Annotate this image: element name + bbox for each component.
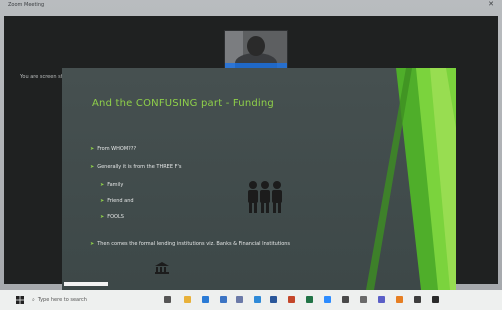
participant-head xyxy=(247,36,265,56)
close-icon[interactable]: ✕ xyxy=(486,1,496,8)
taskbar: ⌕ Type here to search xyxy=(0,290,502,310)
task-view-icon[interactable] xyxy=(164,296,171,303)
windows-start-icon[interactable] xyxy=(16,296,24,304)
file-explorer-icon[interactable] xyxy=(184,296,191,303)
settings-icon[interactable] xyxy=(360,296,367,303)
zoom-icon[interactable] xyxy=(324,296,331,303)
sub-bullet-item: ➤ Family xyxy=(100,182,124,188)
camera-icon[interactable] xyxy=(432,296,439,303)
presentation-slide: And the CONFUSING part - Funding ➤ From W… xyxy=(62,68,456,290)
people-group-icon xyxy=(248,181,282,213)
teams-icon[interactable] xyxy=(378,296,385,303)
window-title: Zoom Meeting xyxy=(8,2,45,8)
bullet-item: ➤ Generally it is from the THREE F's xyxy=(90,164,182,170)
slide-title: And the CONFUSING part - Funding xyxy=(92,98,274,109)
bullet-item: ➤ Then comes the formal lending instituti… xyxy=(90,241,291,247)
search-icon: ⌕ xyxy=(32,297,35,303)
edge-icon[interactable] xyxy=(202,296,209,303)
participant-video-tile[interactable] xyxy=(224,30,288,70)
caption-strip xyxy=(64,282,108,286)
mail-icon[interactable] xyxy=(236,296,243,303)
chrome-icon[interactable] xyxy=(254,296,261,303)
word-icon[interactable] xyxy=(270,296,277,303)
store-icon[interactable] xyxy=(220,296,227,303)
screen-frame: Zoom Meeting ✕ You are screen sharing An… xyxy=(0,0,502,301)
green-decoration xyxy=(366,68,456,290)
excel-icon[interactable] xyxy=(306,296,313,303)
taskbar-search[interactable]: ⌕ Type here to search xyxy=(32,295,130,305)
bank-icon xyxy=(155,262,169,274)
search-placeholder: Type here to search xyxy=(37,297,87,303)
sub-bullet-item: ➤ FOOLS xyxy=(100,214,124,220)
calculator-icon[interactable] xyxy=(414,296,421,303)
powerpoint-icon[interactable] xyxy=(288,296,295,303)
bullet-item: ➤ From WHOM??? xyxy=(90,146,137,152)
photos-icon[interactable] xyxy=(342,296,349,303)
sub-bullet-item: ➤ Friend and xyxy=(100,198,134,204)
vlc-icon[interactable] xyxy=(396,296,403,303)
meeting-window: You are screen sharing And the CONFUSING… xyxy=(4,16,498,301)
